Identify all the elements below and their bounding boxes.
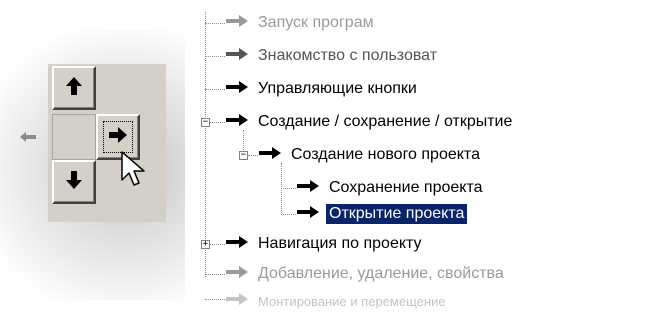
arrow-right-icon: [296, 179, 320, 198]
tree-item[interactable]: Управляющие кнопки: [225, 78, 420, 100]
tree-item-label: Создание нового проекта: [291, 146, 480, 163]
tree-item-label: Управляющие кнопки: [258, 80, 417, 97]
tree-item-label: Монтирование и перемещение: [258, 293, 446, 309]
arrow-right-icon: [225, 292, 249, 311]
arrow-right-icon: [225, 14, 249, 33]
arrow-down-icon: [65, 170, 83, 195]
tree-item-label: Создание / сохранение / открытие: [258, 113, 513, 130]
tree-item[interactable]: Сохранение проекта: [296, 177, 486, 199]
expand-toggle[interactable]: +: [201, 240, 210, 249]
tree-item-label: Сохранение проекта: [329, 179, 483, 196]
tree-item[interactable]: Знакомство с пользоват: [225, 45, 440, 67]
tree-item[interactable]: Создание нового проекта: [258, 144, 483, 166]
arrow-right-icon: [225, 235, 249, 254]
navigation-pad: [0, 0, 190, 318]
arrow-left-faded-icon: [18, 130, 38, 149]
tree-item[interactable]: Запуск програм: [225, 12, 377, 34]
arrow-right-icon: [225, 265, 249, 284]
arrow-right-icon: [225, 80, 249, 99]
arrow-right-icon: [296, 205, 320, 224]
tree-item-label: Открытие проекта: [326, 204, 468, 224]
arrow-right-icon: [225, 47, 249, 66]
tree-item-label: Знакомство с пользоват: [258, 47, 438, 64]
tree-item[interactable]: Монтирование и перемещение: [225, 290, 449, 312]
tree-item-label: Добавление, удаление, свойства: [258, 265, 504, 282]
tree-item[interactable]: Навигация по проекту: [225, 233, 425, 255]
tree-item[interactable]: Добавление, удаление, свойства: [225, 263, 507, 285]
move-down-button[interactable]: [52, 160, 96, 204]
arrow-right-icon: [225, 113, 249, 132]
mouse-cursor-icon: [120, 150, 150, 195]
collapse-toggle[interactable]: −: [201, 118, 210, 127]
tree-item[interactable]: Создание / сохранение / открытие: [225, 111, 515, 133]
arrow-right-icon: [108, 126, 128, 149]
tree-item-label: Навигация по проекту: [258, 235, 422, 252]
collapse-toggle[interactable]: −: [239, 151, 248, 160]
pad-center: [52, 114, 96, 160]
move-up-button[interactable]: [52, 66, 96, 110]
arrow-right-icon: [258, 146, 282, 165]
arrow-up-icon: [65, 76, 83, 101]
tree-item-label: Запуск програм: [258, 14, 374, 31]
tree-item-selected[interactable]: Открытие проекта: [296, 203, 468, 225]
